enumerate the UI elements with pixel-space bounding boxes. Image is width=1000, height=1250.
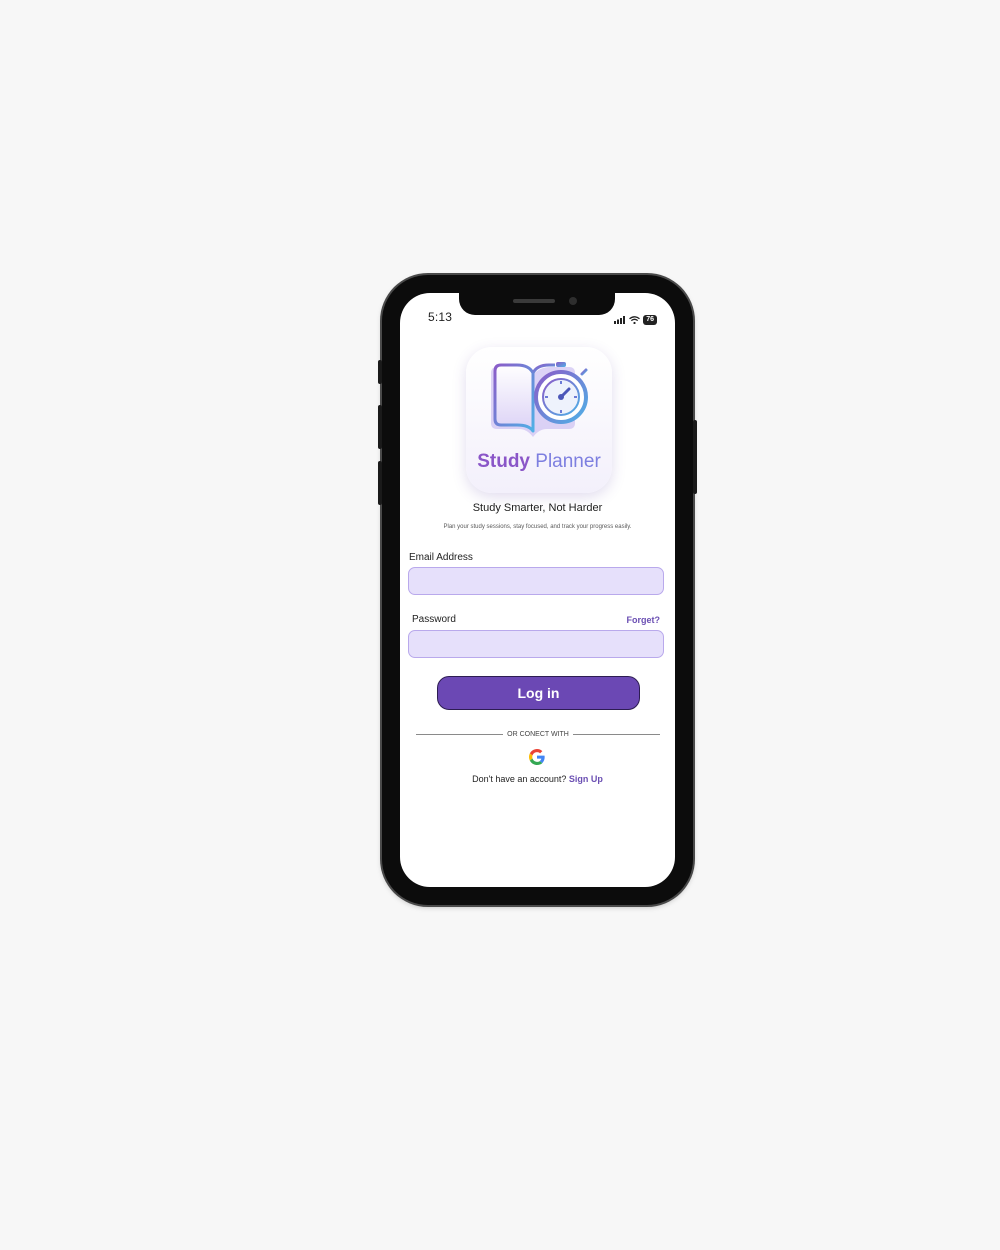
app-name-part2: Planner (535, 451, 601, 472)
status-time: 5:13 (428, 310, 453, 324)
subtitle: Plan your study sessions, stay focused, … (443, 524, 632, 530)
volume-up-button (378, 405, 382, 449)
app-name-part1: Study (477, 451, 530, 472)
login-button[interactable]: Log in (437, 676, 640, 710)
notch (459, 293, 615, 315)
password-label: Password (412, 614, 456, 625)
email-field[interactable] (408, 567, 664, 595)
signup-row: Don't have an account? Sign Up (400, 774, 675, 784)
password-field[interactable] (408, 630, 664, 658)
app-name: Study Planner (466, 451, 612, 473)
phone-screen: 5:13 76 Study Planner Study Smarter, Not… (400, 293, 675, 887)
google-icon[interactable] (529, 749, 545, 765)
divider-line-left (416, 734, 504, 735)
speaker-grille (513, 299, 555, 303)
battery-icon: 76 (643, 315, 657, 325)
signup-prompt: Don't have an account? (472, 774, 567, 784)
divider: OR CONECT WITH (416, 731, 661, 738)
divider-line-right (572, 734, 661, 735)
app-logo: Study Planner (466, 347, 612, 493)
book-stopwatch-icon (491, 362, 588, 437)
signal-icon (614, 311, 626, 329)
email-label: Email Address (409, 552, 473, 563)
status-icons: 76 (614, 311, 657, 329)
front-camera (569, 297, 577, 305)
phone-frame: 5:13 76 Study Planner Study Smarter, Not… (378, 275, 697, 905)
divider-text: OR CONECT WITH (507, 731, 569, 738)
mute-switch (378, 360, 382, 384)
forgot-password-link[interactable]: Forget? (627, 615, 661, 625)
wifi-icon (629, 311, 641, 329)
signup-link[interactable]: Sign Up (569, 774, 603, 784)
power-button (693, 420, 697, 494)
volume-down-button (378, 461, 382, 505)
tagline: Study Smarter, Not Harder (472, 502, 603, 514)
